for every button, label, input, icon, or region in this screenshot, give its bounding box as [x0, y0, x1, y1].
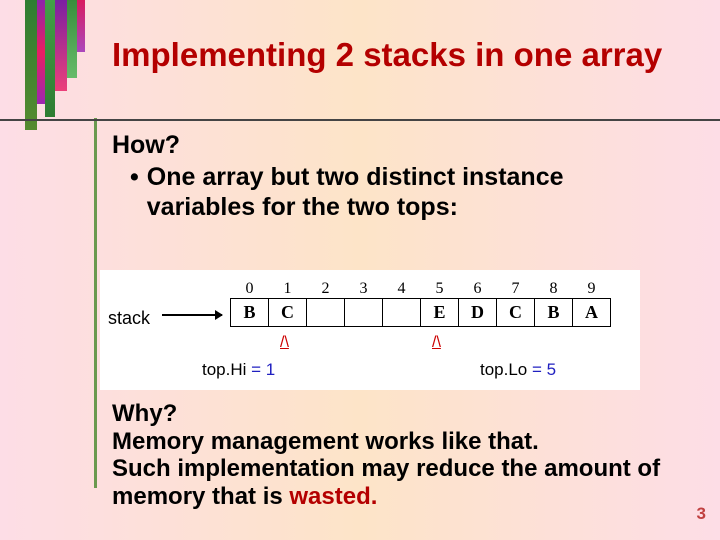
why-block: Why? Memory management works like that. … [112, 400, 672, 510]
vertical-rule [94, 118, 97, 488]
how-heading: How? [112, 130, 672, 160]
content-block: How? • One array but two distinct instan… [112, 130, 672, 222]
why-heading: Why? [112, 400, 672, 428]
horizontal-rule [0, 119, 720, 121]
index-row: 01 23 45 67 89 [231, 280, 611, 299]
why-line-1: Memory management works like that. [112, 428, 672, 456]
stack-label: stack [108, 308, 150, 329]
bullet-text: One array but two distinct instance vari… [147, 162, 672, 222]
bullet-dot: • [130, 162, 139, 222]
decorative-stripe [25, 0, 95, 130]
why-line-2: Such implementation may reduce the amoun… [112, 455, 672, 510]
slide-title: Implementing 2 stacks in one array [112, 36, 662, 74]
caret-icon: /\ [432, 334, 441, 352]
arrow-icon [162, 314, 222, 316]
cell-row: BC E DC BA [231, 299, 611, 327]
page-number: 3 [697, 504, 706, 524]
caret-icon: /\ [280, 334, 289, 352]
array-diagram: stack 01 23 45 67 89 BC E DC BA /\ /\ to… [100, 270, 640, 390]
top-lo-label: top.Lo = 5 [480, 360, 556, 380]
bullet-item: • One array but two distinct instance va… [112, 162, 672, 222]
top-hi-label: top.Hi = 1 [202, 360, 275, 380]
